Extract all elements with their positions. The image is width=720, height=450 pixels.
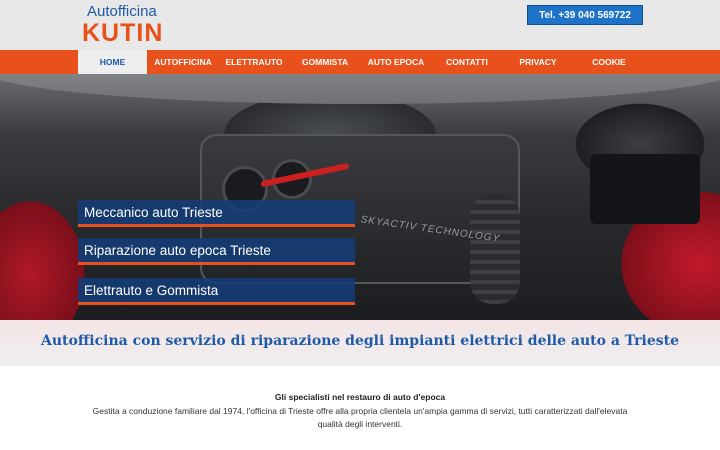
logo-main-text: KUTIN [82,19,164,47]
nav-item-auto-epoca[interactable]: AUTO EPOCA [362,50,430,74]
nav-item-gommista[interactable]: GOMMISTA [292,50,358,74]
fuse-box-shape [590,154,700,224]
header: Autofficina KUTIN Tel. +39 040 569722 [0,0,720,50]
logo-top-text: Autofficina [87,3,157,20]
nav-item-elettrauto[interactable]: ELETTRAUTO [220,50,288,74]
page-tagline: Autofficina con servizio di riparazione … [40,333,680,349]
nav-item-contatti[interactable]: CONTATTI [434,50,500,74]
main-nav: HOME AUTOFFICINA ELETTRAUTO GOMMISTA AUT… [0,50,720,74]
logo[interactable]: Autofficina KUTIN [82,2,172,48]
hero-label-elettrauto[interactable]: Elettrauto e Gommista [78,278,355,305]
hero-label-meccanico[interactable]: Meccanico auto Trieste [78,200,355,227]
phone-button[interactable]: Tel. +39 040 569722 [527,5,643,25]
nav-item-cookie[interactable]: COOKIE [576,50,642,74]
intake-pipe-shape [470,194,520,304]
content-title: Gli specialisti nel restauro di auto d'e… [274,392,446,402]
nav-item-autofficina[interactable]: AUTOFFICINA [150,50,216,74]
nav-item-privacy[interactable]: PRIVACY [504,50,572,74]
hood-shape [0,74,720,104]
hero-image: SKYACTIV TECHNOLOGY Meccanico auto Tries… [0,74,720,320]
content-text: Gestita a conduzione familiare dal 1974,… [92,406,628,429]
nav-item-home[interactable]: HOME [78,50,147,74]
hero-label-auto-epoca[interactable]: Riparazione auto epoca Trieste [78,238,355,265]
